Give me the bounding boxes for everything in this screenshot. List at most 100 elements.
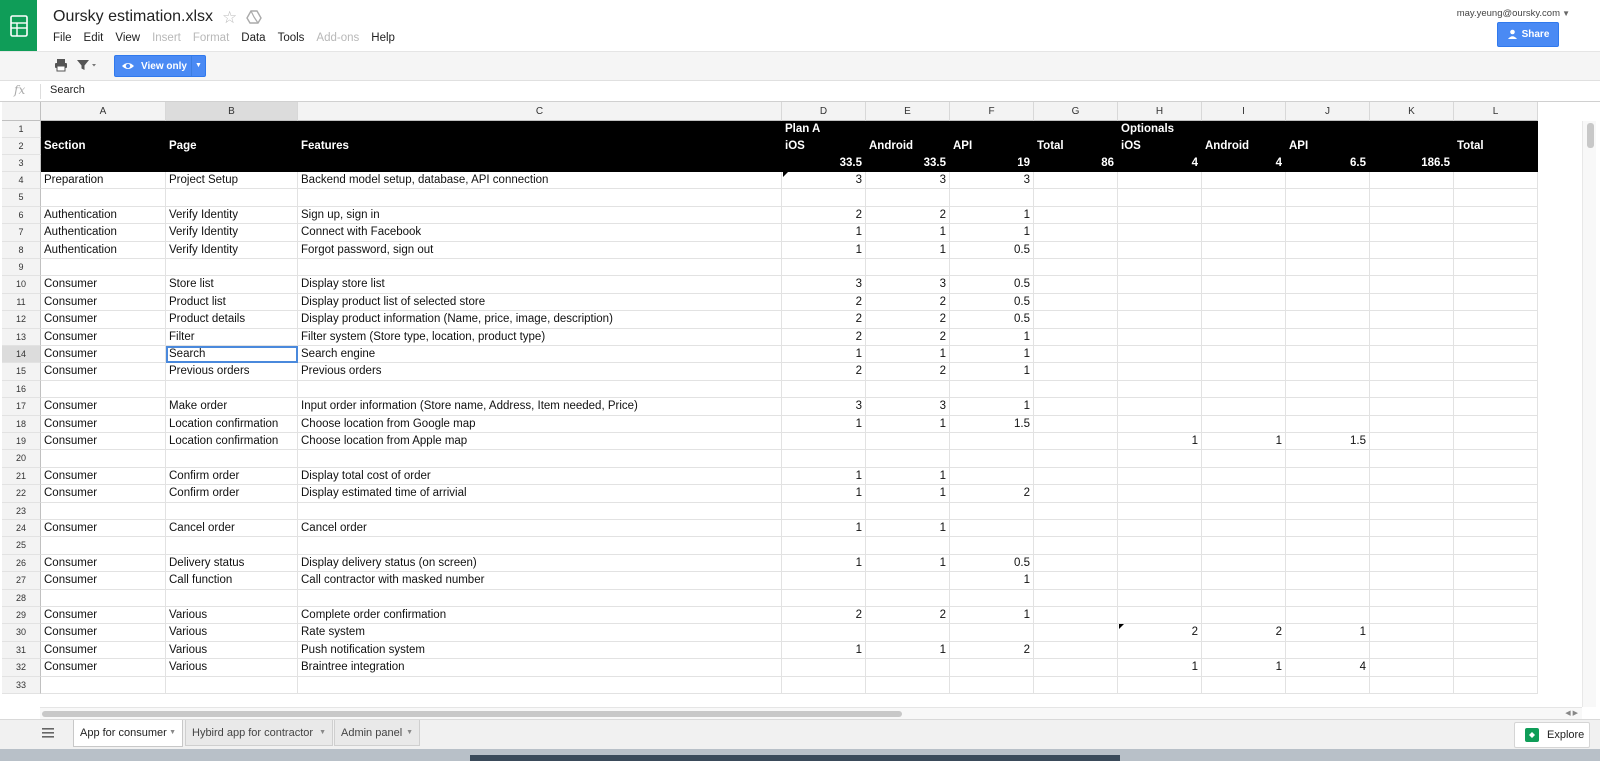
table-cell[interactable]	[1370, 206, 1454, 225]
header-cell[interactable]: 186.5	[1370, 155, 1454, 172]
table-cell[interactable]: Filter system (Store type, location, pro…	[298, 328, 782, 346]
table-cell[interactable]	[1202, 328, 1286, 346]
table-cell[interactable]: Location confirmation	[166, 415, 298, 433]
table-cell[interactable]	[1118, 520, 1202, 538]
table-cell[interactable]	[41, 259, 166, 277]
table-cell[interactable]: 2	[866, 311, 950, 329]
table-cell[interactable]	[1286, 398, 1370, 416]
table-cell[interactable]	[1286, 589, 1370, 607]
table-cell[interactable]	[1286, 467, 1370, 486]
table-cell[interactable]	[950, 520, 1034, 538]
table-cell[interactable]: 1.5	[950, 415, 1034, 433]
table-cell[interactable]: 2	[782, 607, 866, 625]
header-cell[interactable]: 6.5	[1286, 155, 1370, 172]
menu-file[interactable]: File	[47, 31, 78, 46]
table-cell[interactable]: 1	[866, 641, 950, 660]
table-cell[interactable]	[1034, 346, 1118, 364]
table-cell[interactable]	[1454, 346, 1538, 364]
sheet-tab-hybird-app-for-contractor[interactable]: Hybird app for contractor ▼	[185, 720, 333, 746]
star-icon[interactable]: ☆	[222, 8, 237, 28]
table-cell[interactable]	[1454, 607, 1538, 625]
table-cell[interactable]	[950, 659, 1034, 677]
row-header[interactable]: 27	[2, 572, 41, 590]
table-cell[interactable]: 2	[866, 607, 950, 625]
table-cell[interactable]	[1370, 189, 1454, 207]
table-cell[interactable]: Backend model setup, database, API conne…	[298, 172, 782, 190]
table-cell[interactable]	[1118, 172, 1202, 190]
table-cell[interactable]	[1202, 502, 1286, 520]
table-cell[interactable]	[1370, 398, 1454, 416]
table-cell[interactable]: 1	[1202, 433, 1286, 451]
header-cell[interactable]: Android	[1202, 138, 1286, 155]
table-cell[interactable]: Previous orders	[166, 363, 298, 381]
table-cell[interactable]	[1286, 206, 1370, 225]
header-cell[interactable]: 19	[950, 155, 1034, 172]
table-cell[interactable]	[1118, 189, 1202, 207]
view-only-main[interactable]: View only	[115, 56, 193, 76]
table-cell[interactable]	[1370, 241, 1454, 259]
table-cell[interactable]	[1034, 172, 1118, 190]
horizontal-scrollbar[interactable]: ◀ ▶	[40, 707, 1582, 719]
scroll-arrows-icon[interactable]: ◀ ▶	[1565, 708, 1578, 719]
table-cell[interactable]: Various	[166, 607, 298, 625]
table-cell[interactable]: Display total cost of order	[298, 467, 782, 486]
table-cell[interactable]: 2	[950, 485, 1034, 503]
table-cell[interactable]	[1118, 467, 1202, 486]
table-cell[interactable]	[866, 537, 950, 555]
row-header[interactable]: 15	[2, 363, 41, 381]
table-cell[interactable]	[1454, 641, 1538, 660]
header-cell[interactable]	[41, 121, 166, 138]
table-cell[interactable]	[1202, 346, 1286, 364]
row-header[interactable]: 11	[2, 293, 41, 312]
table-cell[interactable]: Authentication	[41, 224, 166, 242]
row-header[interactable]: 33	[2, 676, 41, 694]
table-cell[interactable]	[41, 589, 166, 607]
table-cell[interactable]	[1118, 328, 1202, 346]
horizontal-scroll-thumb[interactable]	[42, 711, 902, 717]
table-cell[interactable]	[1202, 589, 1286, 607]
table-cell[interactable]: Various	[166, 641, 298, 660]
header-cell[interactable]: API	[1286, 138, 1370, 155]
table-cell[interactable]: Consumer	[41, 293, 166, 312]
table-cell[interactable]	[1454, 537, 1538, 555]
table-cell[interactable]	[1118, 589, 1202, 607]
table-cell[interactable]	[782, 502, 866, 520]
row-header[interactable]: 20	[2, 450, 41, 468]
table-cell[interactable]: Search	[166, 346, 298, 364]
table-cell[interactable]	[1454, 328, 1538, 346]
table-cell[interactable]	[1118, 485, 1202, 503]
header-cell[interactable]: 86	[1034, 155, 1118, 172]
table-cell[interactable]: Consumer	[41, 328, 166, 346]
table-cell[interactable]	[1370, 520, 1454, 538]
table-cell[interactable]	[1118, 276, 1202, 294]
row-header[interactable]: 2	[2, 138, 41, 155]
table-cell[interactable]: Confirm order	[166, 485, 298, 503]
table-cell[interactable]	[1034, 624, 1118, 642]
table-cell[interactable]	[1370, 293, 1454, 312]
table-cell[interactable]	[1286, 172, 1370, 190]
header-cell[interactable]: Plan A	[782, 121, 866, 138]
table-cell[interactable]	[1286, 363, 1370, 381]
table-cell[interactable]	[1034, 311, 1118, 329]
table-cell[interactable]	[1034, 189, 1118, 207]
table-cell[interactable]	[1034, 398, 1118, 416]
header-cell[interactable]	[950, 121, 1034, 138]
all-sheets-menu-icon[interactable]	[41, 726, 59, 744]
table-cell[interactable]: Connect with Facebook	[298, 224, 782, 242]
table-cell[interactable]	[1034, 659, 1118, 677]
table-cell[interactable]: 2	[950, 641, 1034, 660]
table-cell[interactable]	[1202, 311, 1286, 329]
table-cell[interactable]: Previous orders	[298, 363, 782, 381]
vertical-scroll-thumb[interactable]	[1587, 123, 1594, 148]
table-cell[interactable]: 2	[866, 363, 950, 381]
menu-tools[interactable]: Tools	[272, 31, 311, 46]
table-cell[interactable]	[1034, 450, 1118, 468]
table-cell[interactable]: Consumer	[41, 433, 166, 451]
table-cell[interactable]	[1370, 607, 1454, 625]
table-cell[interactable]	[298, 450, 782, 468]
table-cell[interactable]	[1202, 380, 1286, 399]
table-cell[interactable]: Consumer	[41, 467, 166, 486]
table-cell[interactable]	[1370, 276, 1454, 294]
table-cell[interactable]	[1118, 311, 1202, 329]
table-cell[interactable]	[1118, 380, 1202, 399]
